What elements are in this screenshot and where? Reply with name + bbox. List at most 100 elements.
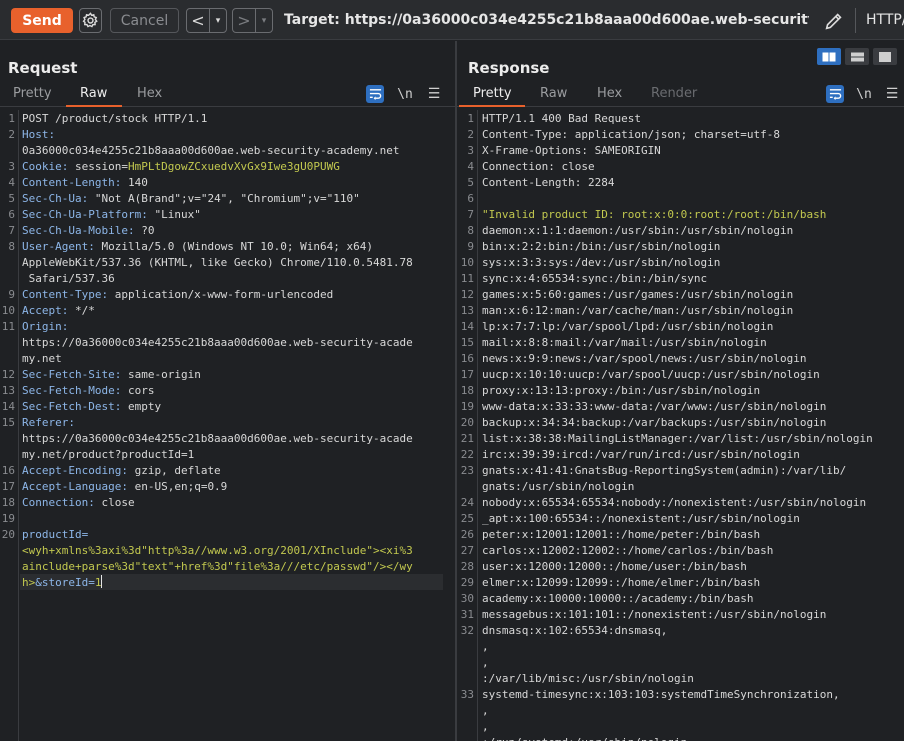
back-button[interactable]: < (187, 9, 209, 32)
forward-history-dropdown[interactable]: ▾ (255, 9, 272, 32)
line-text: X-Frame-Options: SAMEORIGIN (482, 144, 661, 157)
code-line: HTTP/1.1 400 Bad Request (482, 111, 641, 127)
code-line: AppleWebKit/537.36 (KHTML, like Gecko) C… (22, 255, 413, 271)
code-line: sync:x:4:65534:sync:/bin:/bin/sync (482, 271, 707, 287)
code-line: Connection: close (22, 495, 135, 511)
edit-target-icon[interactable] (823, 10, 845, 32)
line-text: , (482, 640, 489, 653)
code-line: , (482, 719, 489, 735)
gear-icon (82, 12, 98, 28)
line-text: https://0a36000c034e4255c21b8aaa00d600ae… (22, 336, 413, 349)
line-text: list:x:38:38:MailingListManager:/var/lis… (482, 432, 873, 445)
request-tab-hex[interactable]: Hex (137, 86, 162, 101)
line-number: 11 (1, 320, 15, 333)
line-number: 10 (460, 256, 474, 269)
request-tab-raw[interactable]: Raw (80, 86, 107, 101)
cancel-button[interactable]: Cancel (110, 8, 179, 33)
response-show-newlines-toggle[interactable]: \n (855, 85, 873, 103)
http-version-selector[interactable]: HTTP/ (866, 12, 904, 28)
show-newlines-toggle[interactable]: \n (396, 85, 414, 103)
header-name: Referer: (22, 416, 75, 429)
word-wrap-toggle[interactable] (366, 85, 384, 103)
line-text: mail:x:8:8:mail:/var/mail:/usr/sbin/nolo… (482, 336, 767, 349)
code-line: User-Agent: Mozilla/5.0 (Windows NT 10.0… (22, 239, 373, 255)
line-number: 15 (1, 416, 15, 429)
code-line: 0a36000c034e4255c21b8aaa00d600ae.web-sec… (22, 143, 400, 159)
code-line: backup:x:34:34:backup:/var/backups:/usr/… (482, 415, 826, 431)
code-line: h>&storeId=1 (22, 575, 103, 591)
header-value: "Linux" (147, 208, 201, 221)
code-line: :/var/lib/misc:/usr/sbin/nologin (482, 671, 694, 687)
line-number: 17 (1, 480, 15, 493)
code-line: peter:x:12001:12001::/home/peter:/bin/ba… (482, 527, 760, 543)
code-line: Sec-Fetch-Mode: cors (22, 383, 154, 399)
line-number: 12 (460, 288, 474, 301)
line-text: Content-Type: application/json; charset=… (482, 128, 781, 141)
response-tab-pretty[interactable]: Pretty (473, 86, 512, 101)
line-text: systemd-timesync:x:103:103:systemdTimeSy… (482, 688, 840, 701)
line-number: 1 (467, 112, 474, 125)
request-menu-icon[interactable]: ☰ (425, 85, 443, 103)
layout-side-by-side-button[interactable] (817, 48, 841, 65)
response-word-wrap-toggle[interactable] (826, 85, 844, 103)
target-url[interactable]: Target: https://0a36000c034e4255c21b8aaa… (284, 12, 809, 28)
response-tab-raw[interactable]: Raw (540, 86, 567, 101)
line-text: uucp:x:10:10:uucp:/var/spool/uucp:/usr/s… (482, 368, 820, 381)
code-line: daemon:x:1:1:daemon:/usr/sbin:/usr/sbin/… (482, 223, 793, 239)
line-number: 7 (8, 224, 15, 237)
line-text: 0a36000c034e4255c21b8aaa00d600ae.web-sec… (22, 144, 400, 157)
line-text: https://0a36000c034e4255c21b8aaa00d600ae… (22, 432, 413, 445)
request-editor[interactable]: 1 POST /product/stock HTTP/1.1 2 Host: 0a360… (0, 110, 455, 741)
line-number: 18 (1, 496, 15, 509)
code-line: academy:x:10000:10000::/academy:/bin/bas… (482, 591, 754, 607)
code-line: Content-Length: 2284 (482, 175, 614, 191)
rows-icon (850, 52, 864, 61)
header-name: productId= (22, 528, 89, 541)
forward-nav: > ▾ (232, 8, 273, 33)
response-tab-hex[interactable]: Hex (597, 86, 622, 101)
header-name: Sec-Ch-Ua-Mobile: (22, 224, 135, 237)
layout-single-button[interactable] (873, 48, 897, 65)
request-tab-pretty[interactable]: Pretty (13, 86, 52, 101)
header-value: gzip, deflate (127, 464, 221, 477)
line-number: 20 (460, 416, 474, 429)
code-line: systemd-timesync:x:103:103:systemdTimeSy… (482, 687, 840, 703)
line-text: Content-Length: 2284 (482, 176, 615, 189)
response-menu-icon[interactable]: ☰ (883, 85, 901, 103)
line-number: 29 (460, 576, 474, 589)
settings-button[interactable] (79, 8, 102, 33)
header-name: User-Agent: (22, 240, 95, 253)
send-button[interactable]: Send (11, 8, 73, 33)
line-text: carlos:x:12002:12002::/home/carlos:/bin/… (482, 544, 774, 557)
code-line: lp:x:7:7:lp:/var/spool/lpd:/usr/sbin/nol… (482, 319, 773, 335)
line-number: 6 (8, 208, 15, 221)
line-number: 9 (467, 240, 474, 253)
header-name: Sec-Ch-Ua: (22, 192, 89, 205)
forward-button[interactable]: > (233, 9, 255, 32)
header-name: Accept-Language: (22, 480, 128, 493)
line-number: 13 (1, 384, 15, 397)
header-name: Content-Length: (22, 176, 122, 189)
request-tabs: Pretty Raw Hex (0, 85, 455, 107)
param-value: 1 (94, 576, 102, 589)
line-number: 15 (460, 336, 474, 349)
response-tab-render[interactable]: Render (651, 86, 697, 101)
line-text: , (482, 720, 489, 733)
header-value: Mozilla/5.0 (Windows NT 10.0; Win64; x64… (94, 240, 374, 253)
code-line: Content-Type: application/json; charset=… (482, 127, 780, 143)
line-text: dnsmasq:x:102:65534:dnsmasq, (482, 624, 668, 637)
line-number: 26 (460, 528, 474, 541)
code-line: Accept-Language: en-US,en;q=0.9 (22, 479, 227, 495)
code-line: :/run/systemd:/usr/sbin/nologin (482, 735, 687, 741)
layout-stacked-button[interactable] (845, 48, 869, 65)
line-text: , (482, 704, 489, 717)
header-value: application/x-www-form-urlencoded (108, 288, 334, 301)
back-history-dropdown[interactable]: ▾ (209, 9, 226, 32)
request-title: Request (8, 59, 78, 77)
line-text: daemon:x:1:1:daemon:/usr/sbin:/usr/sbin/… (482, 224, 794, 237)
columns-icon (822, 52, 836, 61)
code-line: ainclude+parse%3d"text"+href%3d"file%3a/… (22, 559, 413, 575)
response-editor[interactable]: 1 HTTP/1.1 400 Bad Request 2 Content-Type: … (457, 110, 904, 741)
line-number: 28 (460, 560, 474, 573)
line-text: my.net (22, 352, 62, 365)
